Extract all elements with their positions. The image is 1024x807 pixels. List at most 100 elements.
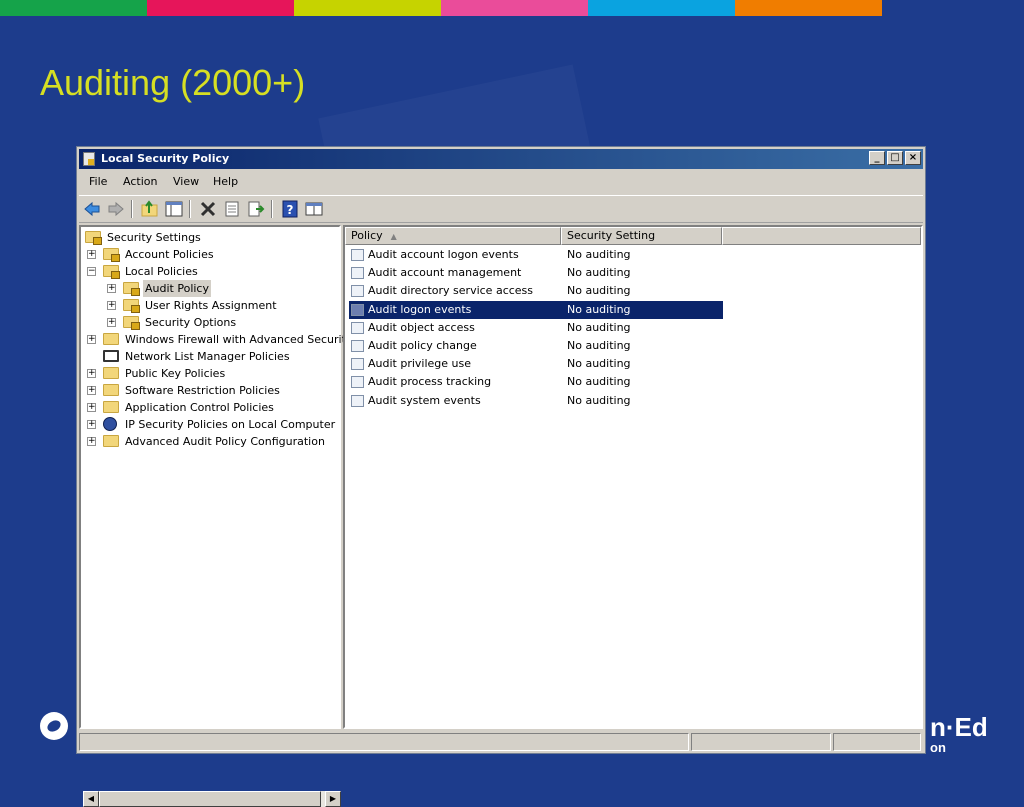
list-row[interactable]: Audit directory service access No auditin… bbox=[349, 282, 723, 300]
color-bar-segment bbox=[294, 0, 441, 16]
list-row[interactable]: Audit logon events No auditing bbox=[349, 300, 723, 319]
forward-arrow-icon[interactable] bbox=[107, 200, 125, 218]
tree-item-label: Security Options bbox=[145, 316, 237, 329]
collapse-icon[interactable]: − bbox=[87, 267, 96, 276]
policy-icon bbox=[351, 303, 364, 316]
list-row[interactable]: Audit privilege use No auditing bbox=[349, 355, 723, 373]
color-bar-segment bbox=[735, 0, 882, 16]
policy-setting: No auditing bbox=[567, 302, 631, 316]
policy-name: Audit process tracking bbox=[368, 375, 492, 389]
maximize-button[interactable]: □ bbox=[887, 151, 903, 165]
folder-icon bbox=[103, 435, 119, 447]
expand-icon[interactable]: + bbox=[107, 284, 116, 293]
list-row[interactable]: Audit policy change No auditing bbox=[349, 337, 723, 355]
list-row[interactable]: Audit process tracking No auditing bbox=[349, 373, 723, 391]
close-button[interactable]: × bbox=[905, 151, 921, 165]
policy-name: Audit logon events bbox=[368, 302, 472, 316]
tree-item-label: Security Settings bbox=[107, 231, 201, 244]
policy-name: Audit account logon events bbox=[368, 248, 519, 261]
menu-action[interactable]: Action bbox=[123, 175, 157, 188]
expand-icon[interactable]: + bbox=[87, 386, 96, 395]
ip-security-icon bbox=[103, 417, 117, 431]
policy-icon bbox=[351, 394, 364, 407]
expand-icon[interactable]: + bbox=[87, 403, 96, 412]
tree-horizontal-scrollbar[interactable]: ◀ ▶ bbox=[83, 791, 341, 807]
help-icon[interactable]: ? bbox=[281, 200, 299, 218]
color-bar-segment bbox=[441, 0, 588, 16]
export-list-icon[interactable] bbox=[247, 200, 265, 218]
status-bar bbox=[79, 733, 923, 751]
expand-icon[interactable]: + bbox=[87, 369, 96, 378]
expand-icon[interactable]: + bbox=[107, 318, 116, 327]
policy-icon bbox=[351, 340, 364, 352]
toolbar-separator bbox=[131, 200, 133, 218]
slide-color-bar bbox=[0, 0, 1024, 16]
expand-icon[interactable]: + bbox=[87, 437, 96, 446]
list-row[interactable]: Audit account management No auditing bbox=[349, 264, 723, 282]
folder-icon bbox=[103, 401, 119, 413]
policy-name: Audit object access bbox=[368, 320, 475, 334]
policy-setting: No auditing bbox=[567, 375, 631, 389]
column-header-security-setting[interactable]: Security Setting bbox=[561, 227, 722, 245]
brand-logo-icon bbox=[40, 712, 68, 740]
tree-item-label: Account Policies bbox=[125, 248, 214, 261]
svg-text:?: ? bbox=[287, 203, 294, 217]
tree-item-label: IP Security Policies on Local Computer bbox=[125, 418, 336, 431]
folder-lock-icon bbox=[123, 299, 140, 313]
scroll-right-button[interactable]: ▶ bbox=[325, 791, 341, 807]
security-policy-icon bbox=[83, 152, 95, 166]
policy-name: Audit account management bbox=[368, 266, 522, 280]
view-icon[interactable] bbox=[305, 200, 323, 218]
toolbar-separator bbox=[271, 200, 273, 218]
window-title: Local Security Policy bbox=[101, 152, 230, 165]
policy-name: Audit system events bbox=[368, 393, 481, 407]
delete-icon[interactable] bbox=[199, 200, 217, 218]
column-header-policy[interactable]: Policy ▲ bbox=[345, 227, 561, 245]
folder-lock-icon bbox=[123, 282, 140, 296]
folder-lock-icon bbox=[123, 316, 140, 330]
list-row[interactable]: Audit system events No auditing bbox=[349, 392, 723, 410]
up-folder-icon[interactable] bbox=[141, 200, 159, 218]
tree-pane: Security Settings + Account Policies − Local… bbox=[79, 225, 352, 807]
column-header-policy-label: Policy bbox=[351, 229, 383, 242]
back-arrow-icon[interactable] bbox=[83, 200, 101, 218]
properties-icon[interactable] bbox=[223, 200, 241, 218]
folder-lock-icon bbox=[103, 265, 120, 279]
menu-view[interactable]: View bbox=[173, 175, 199, 188]
policy-icon bbox=[351, 376, 364, 389]
tree-item-label: Public Key Policies bbox=[125, 367, 226, 380]
column-header-security-setting-label: Security Setting bbox=[567, 229, 656, 242]
policy-setting: No auditing bbox=[567, 393, 631, 407]
policy-icon bbox=[351, 285, 364, 298]
tree-item-label: Audit Policy bbox=[143, 280, 211, 297]
color-bar-segment bbox=[882, 0, 1024, 16]
brand-logo-text: n·Ed bbox=[930, 712, 988, 742]
tree-item-label: Application Control Policies bbox=[125, 401, 274, 414]
list-row[interactable]: Audit object access No auditing bbox=[349, 319, 723, 337]
policy-setting: No auditing bbox=[567, 339, 631, 352]
minimize-button[interactable]: _ bbox=[869, 151, 885, 165]
menu-file[interactable]: File bbox=[89, 175, 107, 188]
folder-icon bbox=[103, 367, 119, 379]
color-bar-segment bbox=[147, 0, 294, 16]
policy-icon bbox=[351, 321, 364, 334]
expand-icon[interactable]: + bbox=[87, 250, 96, 259]
window-titlebar[interactable]: Local Security Policy _ □ × bbox=[79, 149, 923, 169]
menu-help[interactable]: Help bbox=[213, 175, 238, 188]
policy-name: Audit policy change bbox=[368, 339, 477, 352]
column-header-empty bbox=[722, 227, 921, 245]
expand-icon[interactable]: + bbox=[87, 420, 96, 429]
status-cell bbox=[79, 733, 689, 751]
expand-icon[interactable]: + bbox=[87, 335, 96, 344]
scroll-left-button[interactable]: ◀ bbox=[83, 791, 99, 807]
list-row[interactable]: Audit account logon events No auditing bbox=[349, 246, 723, 264]
tree-item-label: User Rights Assignment bbox=[145, 299, 277, 312]
security-settings-icon bbox=[85, 231, 102, 245]
expand-icon[interactable]: + bbox=[107, 301, 116, 310]
toolbar: ? bbox=[79, 195, 923, 223]
show-hide-tree-icon[interactable] bbox=[165, 200, 183, 218]
scrollbar-thumb[interactable] bbox=[99, 791, 321, 807]
policy-setting: No auditing bbox=[567, 284, 631, 298]
policy-name: Audit directory service access bbox=[368, 284, 534, 298]
policy-setting: No auditing bbox=[567, 266, 631, 280]
